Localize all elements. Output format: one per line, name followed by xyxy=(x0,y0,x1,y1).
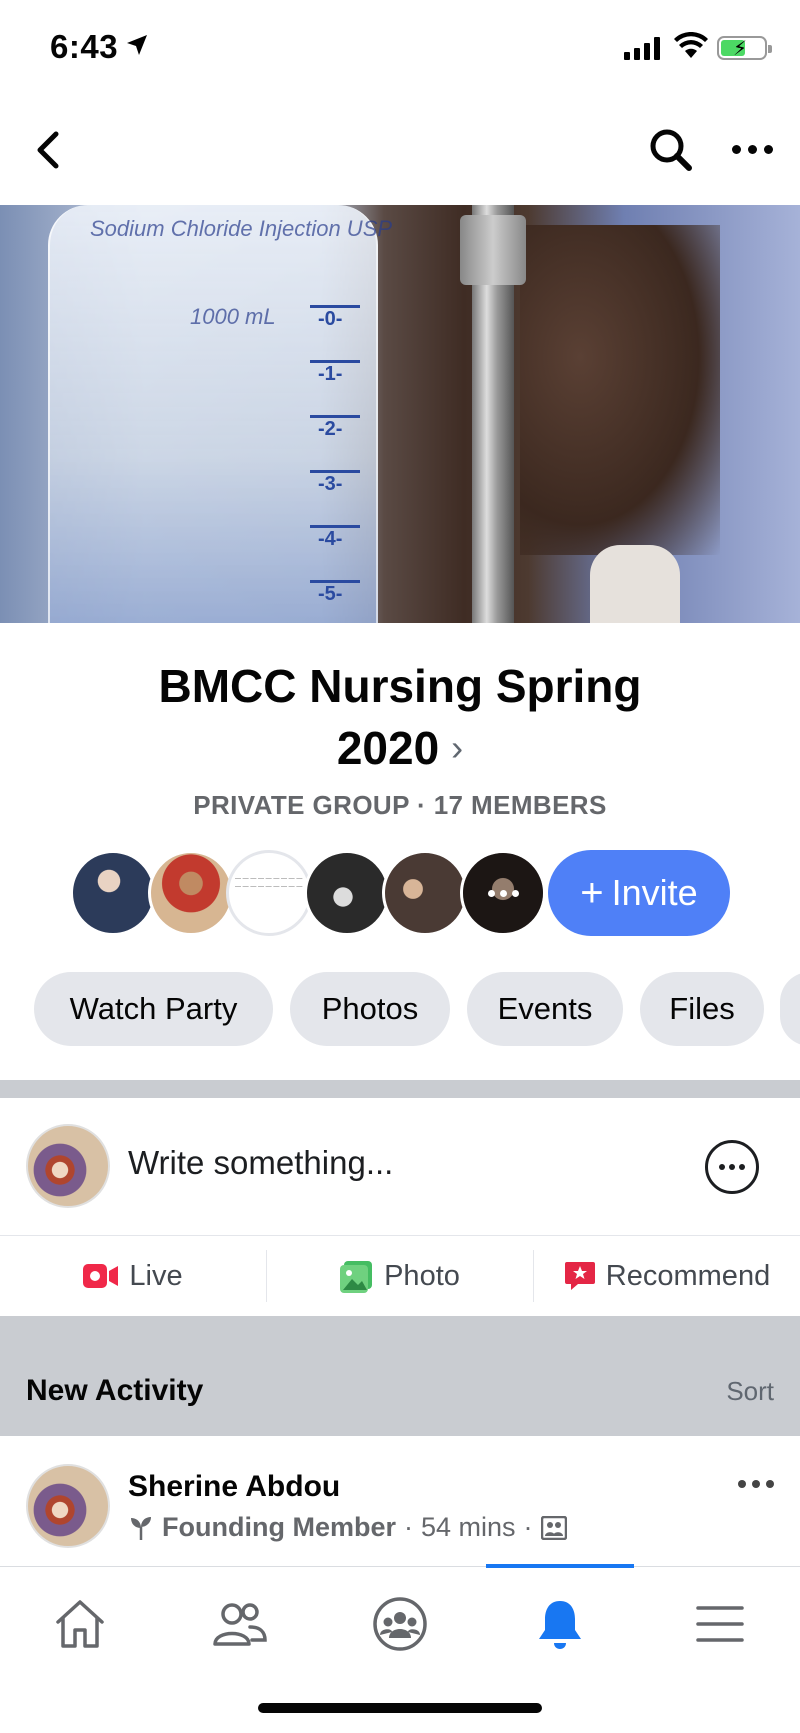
location-arrow-icon xyxy=(127,35,147,55)
group-privacy-member-count[interactable]: PRIVATE GROUP · 17 MEMBERS xyxy=(0,790,800,821)
tab-menu[interactable] xyxy=(680,1589,760,1659)
group-title[interactable]: BMCC Nursing Spring 2020 › xyxy=(0,656,800,779)
composer-input[interactable]: Write something... xyxy=(128,1144,393,1182)
glove-shape xyxy=(590,545,680,623)
chevron-right-icon: › xyxy=(451,727,464,768)
post-meta: Founding Member · 54 mins · xyxy=(128,1512,567,1543)
post-composer: Write something... xyxy=(0,1098,800,1236)
tab-home[interactable] xyxy=(40,1589,120,1659)
bottom-tab-bar xyxy=(0,1564,800,1733)
live-button[interactable]: Live xyxy=(0,1250,267,1302)
wifi-icon xyxy=(674,32,708,58)
post-author[interactable]: Sherine Abdou xyxy=(128,1470,340,1504)
more-members-icon xyxy=(463,853,543,933)
member-avatar[interactable]: — — — — — — — — — — — — — — — — — — xyxy=(226,850,312,936)
group-shortcut-chips: Watch Party Photos Events Files xyxy=(34,972,800,1046)
invite-button[interactable]: + Invite xyxy=(548,850,730,936)
home-indicator[interactable] xyxy=(258,1703,542,1713)
menu-icon xyxy=(696,1606,744,1642)
tab-friends[interactable] xyxy=(200,1589,280,1659)
home-icon xyxy=(56,1600,104,1648)
live-video-icon xyxy=(83,1264,119,1288)
member-avatar[interactable] xyxy=(148,850,234,936)
member-avatar[interactable] xyxy=(304,850,390,936)
photo-icon xyxy=(340,1261,373,1293)
feed-post: Sherine Abdou Founding Member · 54 mins … xyxy=(0,1436,800,1566)
chip-watch-party[interactable]: Watch Party xyxy=(34,972,273,1046)
chip-events[interactable]: Events xyxy=(467,972,623,1046)
cover-arm-shape xyxy=(520,225,720,555)
battery-icon: ⚡ xyxy=(717,36,772,60)
status-time: 6:43 xyxy=(50,28,119,65)
post-author-badge: Founding Member xyxy=(162,1512,396,1542)
group-title-line-1: BMCC Nursing Spring xyxy=(158,660,642,712)
group-audience-icon xyxy=(540,1515,567,1540)
group-cover-photo[interactable]: Sodium Chloride Injection USP 1000 mL -0… xyxy=(0,205,800,623)
member-avatar-more[interactable] xyxy=(460,850,546,936)
more-options-icon[interactable] xyxy=(732,134,782,164)
section-divider xyxy=(0,1080,800,1098)
member-avatar[interactable] xyxy=(382,850,468,936)
avatar[interactable] xyxy=(26,1124,110,1208)
new-activity-title: New Activity xyxy=(26,1374,204,1407)
member-avatars[interactable]: — — — — — — — — — — — — — — — — — — xyxy=(70,850,546,936)
tab-notifications[interactable] xyxy=(520,1589,600,1659)
groups-icon xyxy=(373,1597,427,1651)
post-time[interactable]: 54 mins xyxy=(421,1512,516,1543)
group-title-line-2: 2020 xyxy=(336,722,440,774)
plus-icon: + xyxy=(580,870,604,915)
chip-overflow[interactable] xyxy=(780,972,800,1046)
avatar[interactable] xyxy=(26,1464,110,1548)
friends-icon xyxy=(213,1603,267,1646)
back-chevron-icon[interactable] xyxy=(26,126,74,174)
iv-clamp-shape xyxy=(460,215,526,285)
composer-actions: Live Photo Recommend xyxy=(0,1236,800,1316)
iv-bag-scale: -0- -1- -2- -3- -4- -5- xyxy=(310,305,360,623)
chip-photos[interactable]: Photos xyxy=(290,972,450,1046)
invite-label: Invite xyxy=(611,872,698,913)
chip-files[interactable]: Files xyxy=(640,972,764,1046)
recommend-icon xyxy=(564,1262,595,1290)
recommend-button[interactable]: Recommend xyxy=(534,1250,800,1302)
cellular-signal-icon xyxy=(624,36,660,60)
member-avatar[interactable] xyxy=(70,850,156,936)
post-more-icon[interactable] xyxy=(738,1480,774,1488)
sprout-badge-icon xyxy=(131,1516,151,1540)
search-icon[interactable] xyxy=(645,124,697,176)
sort-button[interactable]: Sort xyxy=(726,1376,774,1407)
tab-groups[interactable] xyxy=(360,1589,440,1659)
bell-icon xyxy=(539,1601,581,1649)
active-tab-indicator xyxy=(486,1564,634,1568)
group-nav-bar xyxy=(0,110,800,190)
status-bar: 6:43 ⚡ xyxy=(0,0,800,100)
photo-button[interactable]: Photo xyxy=(267,1250,534,1302)
new-activity-header: New Activity Sort xyxy=(0,1316,800,1436)
composer-more-icon[interactable] xyxy=(705,1140,759,1194)
